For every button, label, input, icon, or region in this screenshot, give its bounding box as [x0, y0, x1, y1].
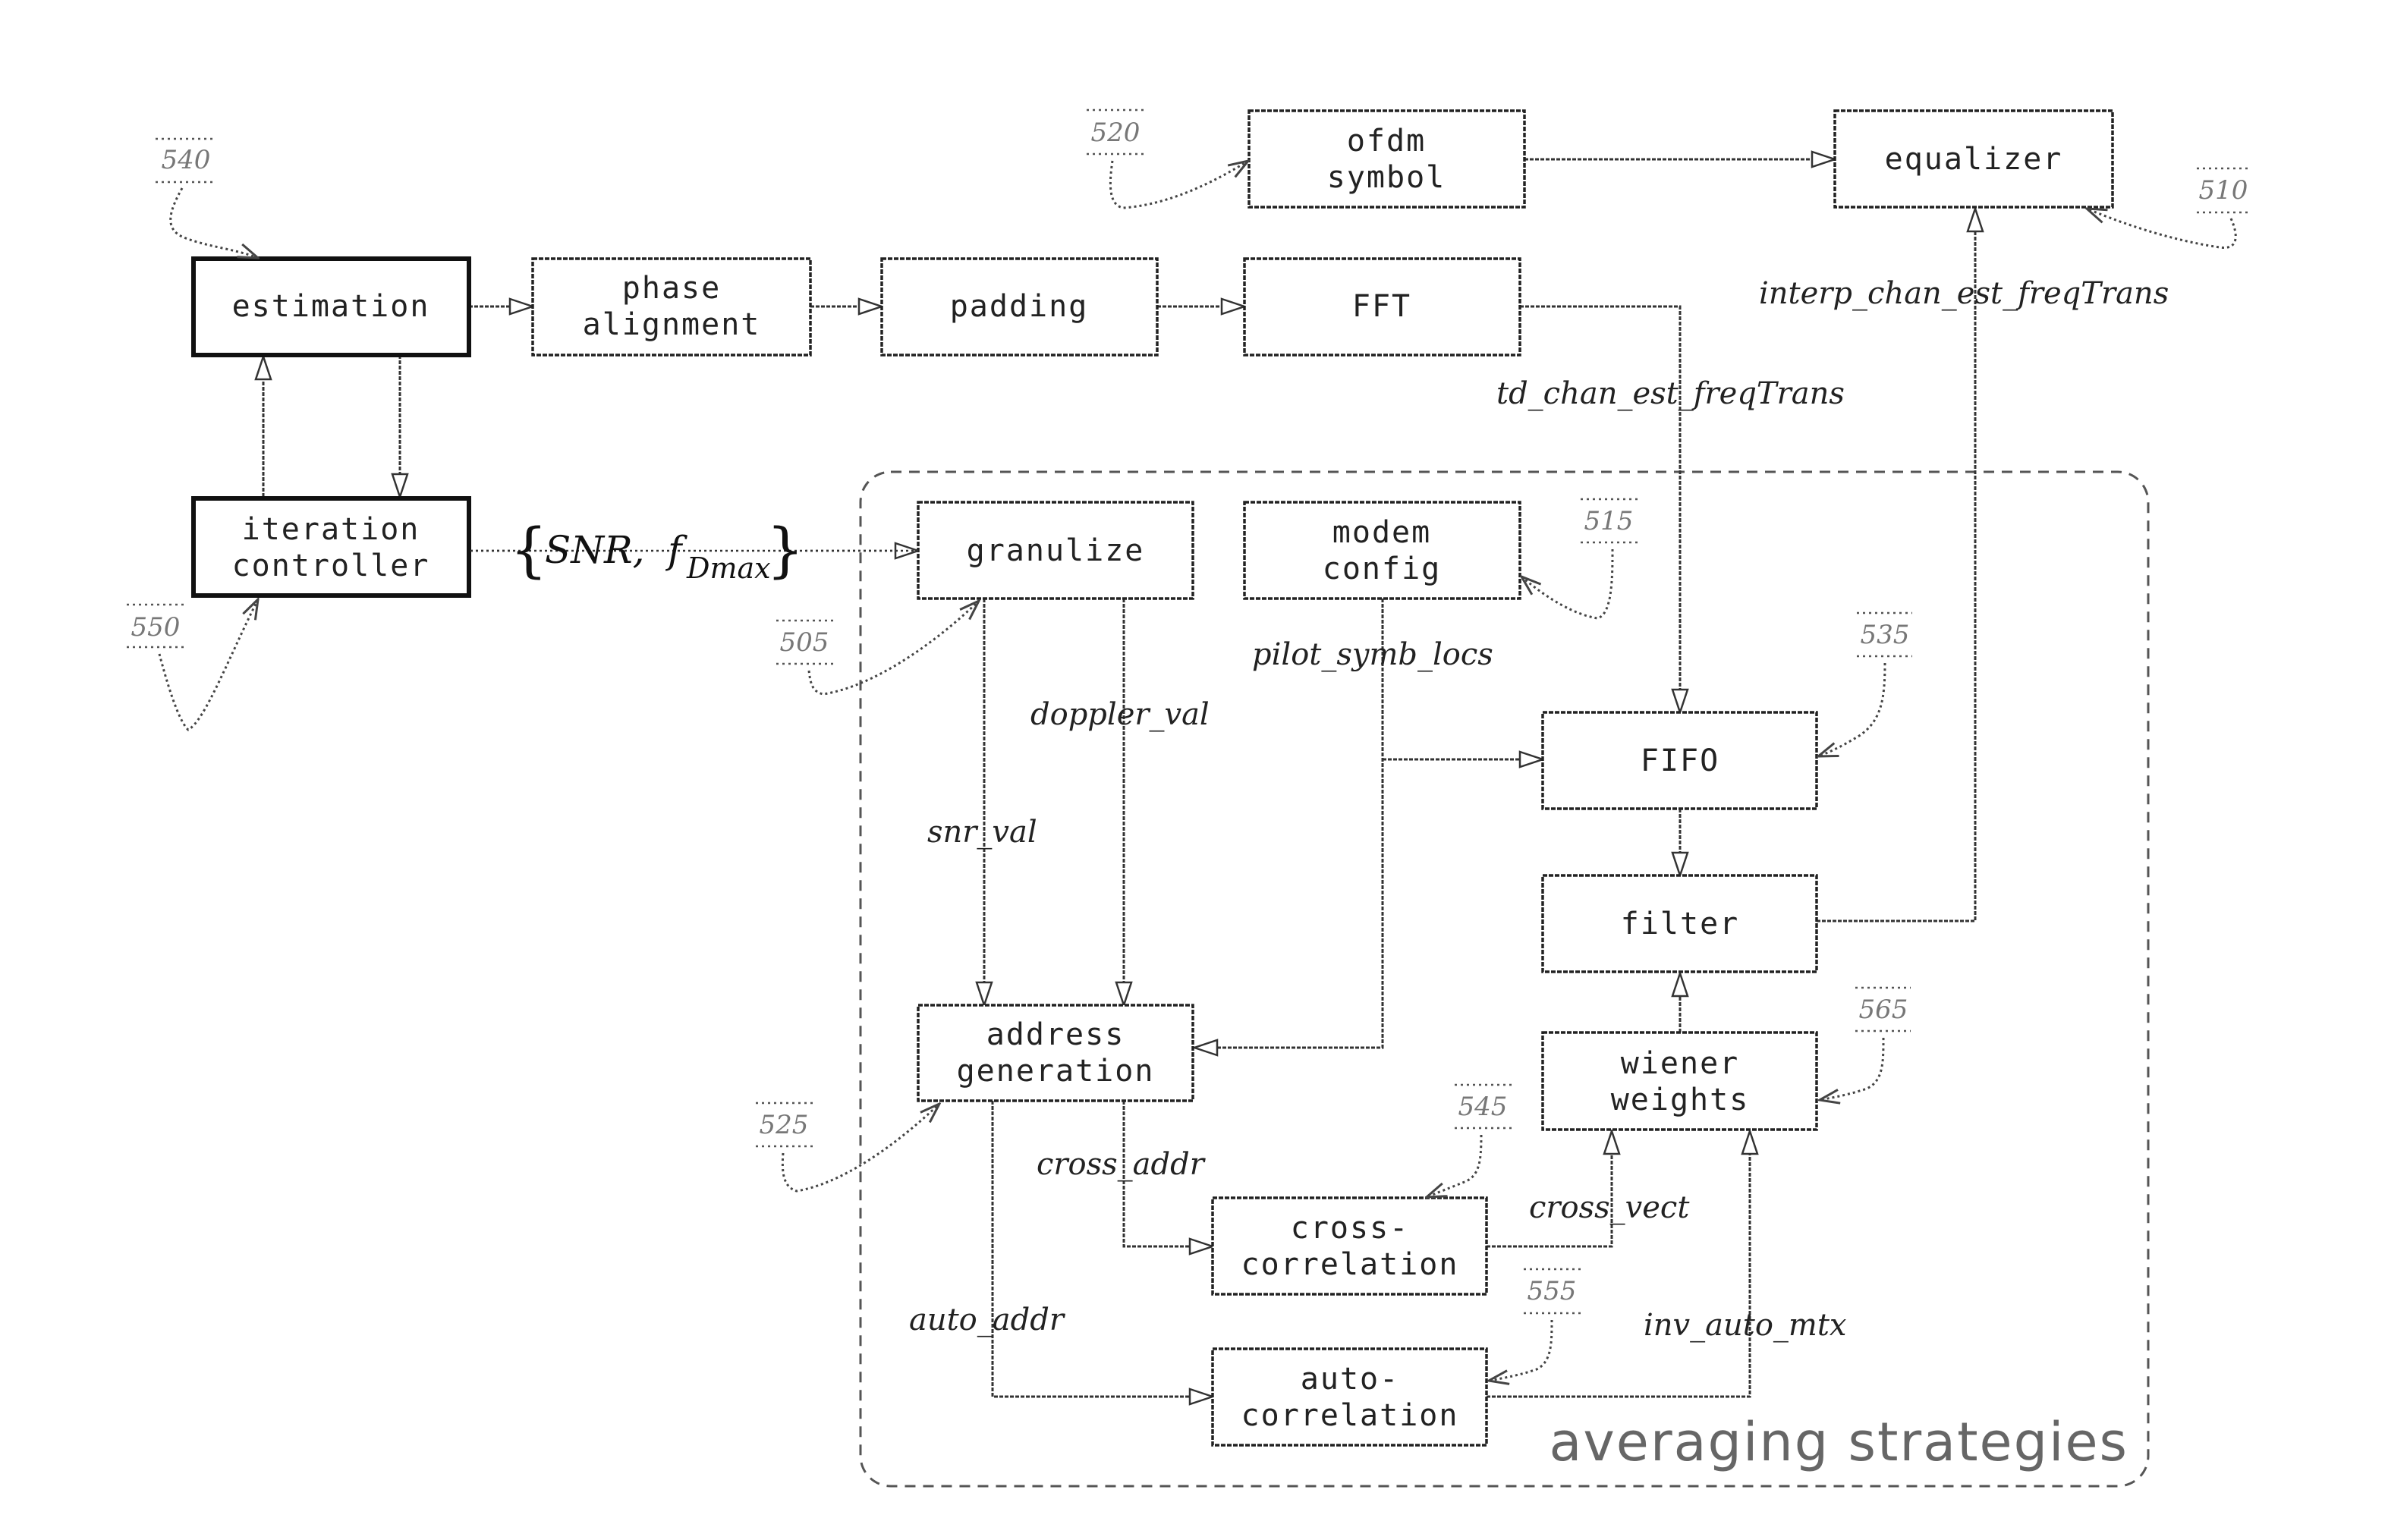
block-padding[interactable]: padding — [880, 257, 1159, 357]
block-wiener-weights-label-line2: weights — [1611, 1083, 1750, 1117]
block-cross-correlation-label-line2: correlation — [1241, 1247, 1459, 1282]
ref-525: 525 — [756, 1103, 939, 1193]
block-cross-correlation[interactable]: cross- correlation — [1211, 1196, 1488, 1296]
block-ofdm-symbol[interactable]: ofdm symbol — [1247, 109, 1526, 209]
block-wiener-weights[interactable]: wiener weights — [1541, 1031, 1818, 1131]
ref-540-leader — [169, 187, 258, 258]
ref-545-leader — [1427, 1134, 1483, 1197]
ref-535-label: 535 — [1861, 620, 1910, 650]
block-iteration-controller-label-line1: iteration — [242, 512, 420, 547]
wire-inv-auto-mtx — [1487, 1131, 1750, 1398]
parameter-snr: SNR, — [545, 528, 645, 572]
parameter-f-subscript: Dmax — [686, 552, 771, 585]
parameter-close-brace: } — [766, 517, 804, 585]
signal-pilot-symb-locs: pilot_symb_locs — [1252, 637, 1493, 672]
ref-515-label: 515 — [1584, 506, 1634, 536]
block-cross-correlation-label-line1: cross- — [1291, 1211, 1410, 1246]
ref-505-leader — [807, 601, 979, 696]
block-granulize-label: granulize — [967, 533, 1145, 568]
block-phase-alignment-label-line2: alignment — [583, 307, 761, 342]
block-filter-label: filter — [1621, 907, 1740, 941]
signal-labels: td_chan_est_freqTrans interp_chan_est_fr… — [909, 276, 2169, 1343]
ref-520-leader — [1109, 161, 1248, 209]
block-ofdm-symbol-label-line2: symbol — [1327, 160, 1446, 195]
wire-cross-vect — [1487, 1131, 1612, 1248]
ref-535: 535 — [1818, 611, 1912, 756]
ref-550: 550 — [127, 599, 258, 731]
wire-auto-addr — [991, 1101, 1213, 1397]
block-padding-label: padding — [950, 289, 1089, 324]
block-phase-alignment-label-line1: phase — [622, 271, 721, 306]
signal-auto-addr: auto_addr — [909, 1303, 1066, 1337]
ref-515-leader — [1521, 548, 1614, 620]
ref-565-label: 565 — [1859, 995, 1908, 1025]
ref-540-label: 540 — [162, 145, 211, 175]
block-auto-correlation-label-line1: auto- — [1301, 1362, 1399, 1397]
signal-cross-vect: cross_vect — [1529, 1190, 1690, 1225]
block-address-generation-label-line1: address — [986, 1017, 1125, 1052]
ref-515: 515 — [1521, 498, 1638, 620]
block-fifo-label: FIFO — [1641, 743, 1719, 778]
ref-540: 540 — [156, 137, 258, 258]
ref-510-label: 510 — [2199, 175, 2248, 206]
ref-550-label: 550 — [131, 612, 181, 643]
ref-520-label: 520 — [1091, 118, 1141, 148]
block-granulize[interactable]: granulize — [917, 501, 1194, 600]
block-address-generation[interactable]: address generation — [917, 1004, 1194, 1102]
averaging-strategies-label: averaging strategies — [1549, 1411, 2128, 1473]
ref-505-label: 505 — [780, 627, 829, 658]
signal-inv-auto-mtx: inv_auto_mtx — [1644, 1308, 1846, 1343]
block-iteration-controller[interactable]: iteration controller — [191, 496, 471, 598]
block-wiener-weights-label-line1: wiener — [1621, 1046, 1740, 1081]
parameter-set-label: { SNR, f Dmax } — [470, 516, 918, 585]
block-auto-correlation[interactable]: auto- correlation — [1211, 1347, 1488, 1447]
block-modem-config[interactable]: modem config — [1243, 501, 1521, 600]
block-phase-alignment[interactable]: phase alignment — [531, 257, 812, 357]
block-fft[interactable]: FFT — [1243, 257, 1521, 357]
block-address-generation-label-line2: generation — [957, 1054, 1155, 1089]
signal-doppler-val: doppler_val — [1030, 697, 1210, 732]
block-modem-config-label-line1: modem — [1332, 515, 1431, 550]
block-equalizer-label: equalizer — [1885, 142, 2063, 177]
ref-545-label: 545 — [1458, 1092, 1508, 1122]
ref-525-label: 525 — [760, 1110, 809, 1140]
parameter-open-brace: { — [510, 517, 548, 585]
block-diagram: averaging strategies estimation phase al… — [127, 108, 2250, 1488]
ref-555-leader — [1489, 1319, 1553, 1381]
block-estimation[interactable]: estimation — [191, 256, 471, 357]
signal-interp-chan-est-freqtrans: interp_chan_est_freqTrans — [1759, 276, 2169, 311]
block-filter[interactable]: filter — [1541, 874, 1818, 973]
signal-cross-addr: cross_addr — [1037, 1147, 1207, 1182]
signal-snr-val: snr_val — [927, 815, 1037, 850]
block-estimation-label: estimation — [232, 289, 430, 324]
ref-565: 565 — [1820, 986, 1911, 1100]
block-equalizer[interactable]: equalizer — [1833, 109, 2114, 209]
block-iteration-controller-label-line2: controller — [232, 548, 430, 583]
ref-565-leader — [1820, 1037, 1885, 1100]
block-fifo[interactable]: FIFO — [1541, 711, 1818, 810]
block-fft-label: FFT — [1352, 289, 1411, 324]
ref-555: 555 — [1489, 1268, 1581, 1381]
ref-505: 505 — [776, 601, 979, 696]
signal-td-chan-est-freqtrans: td_chan_est_freqTrans — [1496, 376, 1845, 411]
wire-filter-to-equalizer — [1817, 209, 1975, 922]
ref-520: 520 — [1087, 108, 1248, 209]
block-auto-correlation-label-line2: correlation — [1241, 1398, 1459, 1433]
ref-545: 545 — [1427, 1083, 1512, 1197]
ref-535-leader — [1818, 662, 1886, 756]
block-ofdm-symbol-label-line1: ofdm — [1347, 124, 1426, 159]
block-modem-config-label-line2: config — [1323, 552, 1442, 586]
ref-510-leader — [2087, 209, 2237, 249]
ref-555-label: 555 — [1528, 1276, 1577, 1306]
